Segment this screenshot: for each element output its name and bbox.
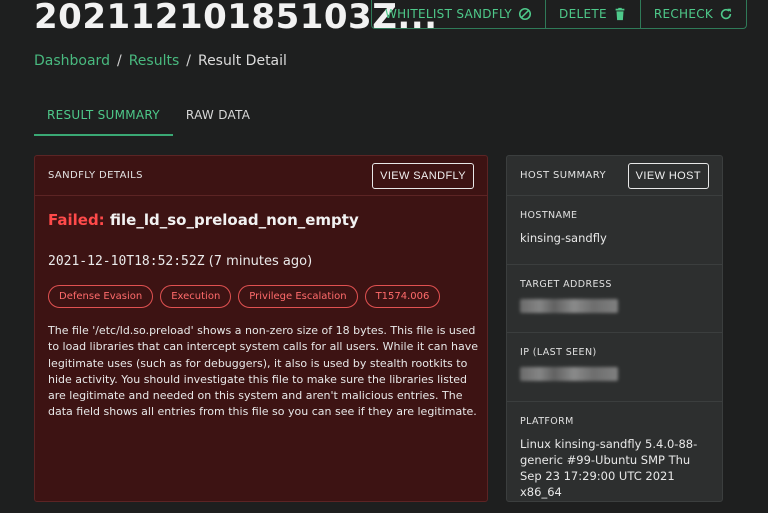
result-description: The file '/etc/ld.so.preload' shows a no… [48,324,478,419]
breadcrumb-separator: / [116,53,122,69]
platform-label: PLATFORM [520,416,574,427]
tab-bar: RESULT SUMMARY RAW DATA [34,100,263,136]
hostname-row: HOSTNAME kinsing-sandfly [507,196,722,265]
result-status-line: Failed: file_ld_so_preload_non_empty [48,211,359,229]
refresh-icon [720,8,732,20]
tag-execution[interactable]: Execution [160,285,232,308]
host-summary-heading: HOST SUMMARY [520,170,607,181]
host-summary-header: HOST SUMMARY VIEW HOST [507,156,722,196]
breadcrumb-dashboard[interactable]: Dashboard [34,53,110,69]
tag-defense-evasion[interactable]: Defense Evasion [48,285,154,308]
breadcrumb-separator: / [186,53,191,69]
sandfly-details-heading: SANDFLY DETAILS [48,170,143,181]
delete-button[interactable]: DELETE [545,0,640,28]
tab-raw-data[interactable]: RAW DATA [173,100,263,136]
target-address-label: TARGET ADDRESS [520,279,612,290]
hostname-value: kinsing-sandfly [520,231,607,245]
sandfly-details-panel: SANDFLY DETAILS VIEW SANDFLY Failed: fil… [34,155,488,502]
target-address-row: TARGET ADDRESS [507,265,722,333]
timestamp-value: 2021-12-10T18:52:52Z [48,254,205,269]
failed-status: Failed: [48,211,105,229]
breadcrumb: Dashboard / Results / Result Detail [34,53,287,69]
tactic-tags: Defense Evasion Execution Privilege Esca… [48,285,441,308]
block-icon [518,7,532,21]
view-sandfly-button[interactable]: VIEW SANDFLY [372,162,474,189]
tag-privilege-escalation[interactable]: Privilege Escalation [238,285,358,308]
breadcrumb-results[interactable]: Results [129,53,180,69]
host-summary-panel: HOST SUMMARY VIEW HOST HOSTNAME kinsing-… [506,155,723,502]
delete-label: DELETE [559,7,607,21]
whitelist-sandfly-label: WHITELIST SANDFLY [385,7,513,21]
redacted-target-address [520,299,618,313]
tab-result-summary[interactable]: RESULT SUMMARY [34,100,173,136]
relative-time: (7 minutes ago) [208,254,313,269]
recheck-button[interactable]: RECHECK [639,0,746,28]
platform-value: Linux kinsing-sandfly 5.4.0-88-generic #… [520,437,698,499]
trash-icon [615,7,625,21]
hostname-label: HOSTNAME [520,210,578,221]
redacted-ip-address [520,367,618,381]
tag-technique-id[interactable]: T1574.006 [364,285,441,308]
result-detail-page: 20211210185103Z... WHITELIST SANDFLY DEL… [0,0,768,513]
ip-last-seen-label: IP (LAST SEEN) [520,347,597,358]
sandfly-details-header: SANDFLY DETAILS VIEW SANDFLY [35,156,487,196]
breadcrumb-current: Result Detail [197,53,287,69]
ip-last-seen-row: IP (LAST SEEN) [507,333,722,402]
result-timestamp: 2021-12-10T18:52:52Z (7 minutes ago) [48,254,312,269]
platform-row: PLATFORM Linux kinsing-sandfly 5.4.0-88-… [507,402,722,500]
action-button-group: WHITELIST SANDFLY DELETE RECHECK [371,0,748,29]
sandfly-name: file_ld_so_preload_non_empty [109,211,359,229]
view-host-button[interactable]: VIEW HOST [627,162,709,189]
recheck-label: RECHECK [653,7,714,21]
whitelist-sandfly-button[interactable]: WHITELIST SANDFLY [372,0,545,28]
